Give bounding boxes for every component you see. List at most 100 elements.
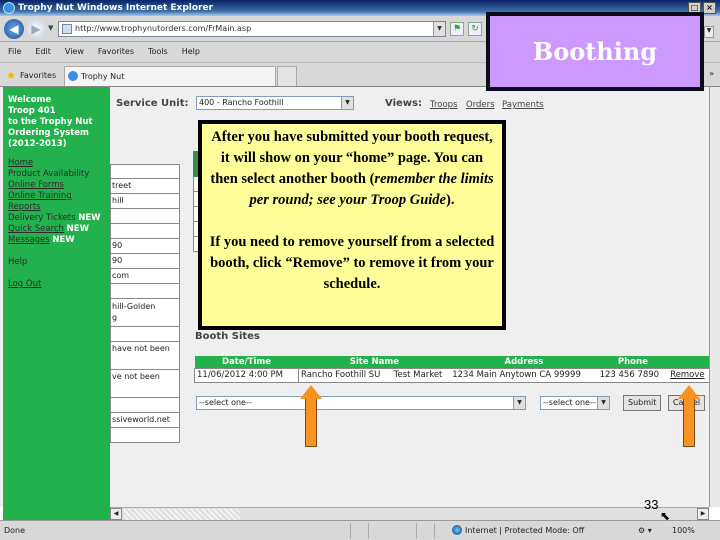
ie-logo-icon — [3, 2, 15, 14]
callout-paragraph-2: If you need to remove yourself from a se… — [209, 234, 495, 292]
menu-view[interactable]: View — [65, 47, 84, 62]
submit-button[interactable]: Submit — [623, 395, 662, 411]
table-cell: treet — [110, 179, 180, 194]
status-divider — [350, 523, 351, 539]
search-dropdown-icon[interactable]: ▼ — [704, 26, 714, 38]
instruction-callout: After you have submitted your booth requ… — [198, 120, 506, 330]
url-dropdown-icon[interactable]: ▼ — [433, 22, 445, 36]
views-link-troops[interactable]: Troops — [430, 100, 457, 110]
table-cell — [110, 398, 180, 413]
vertical-scrollbar[interactable] — [709, 87, 720, 507]
window-title: Trophy Nut Windows Internet Explorer — [18, 3, 214, 13]
security-zone[interactable]: Internet | Protected Mode: Off — [465, 526, 584, 535]
welcome-message: Welcome Troop 401 to the Trophy Nut Orde… — [8, 95, 106, 150]
table-cell: hill — [110, 194, 180, 209]
menu-help[interactable]: Help — [182, 47, 200, 62]
table-row: 11/06/2012 4:00 PM Rancho Foothill SU Te… — [194, 367, 709, 383]
booth-sites-title: Booth Sites — [195, 331, 260, 342]
views-link-orders[interactable]: Orders — [466, 100, 495, 110]
table-cell — [110, 327, 180, 342]
table-cell — [110, 428, 180, 443]
status-bar: Done Internet | Protected Mode: Off ⚙ ▾ … — [0, 520, 720, 540]
status-divider — [368, 523, 369, 539]
slide-number: 33 — [644, 497, 659, 512]
booth-phone: 123 456 7890 — [597, 367, 669, 383]
sidebar-item-product-availability[interactable]: Product Availability — [8, 169, 89, 179]
close-icon[interactable]: × — [703, 2, 716, 14]
booth-sites-table: Date/Time Site Name Address Phone 11/06/… — [194, 356, 709, 383]
url-text: http://www.trophynutorders.com/FrMain.as… — [75, 24, 252, 33]
menu-edit[interactable]: Edit — [35, 47, 51, 62]
booth-address: 1234 Main Anytown CA 99999 — [450, 367, 598, 383]
table-cell: 90 — [110, 239, 180, 254]
sidebar-bottom — [3, 507, 110, 520]
chevron-down-icon[interactable]: ▼ — [597, 397, 609, 409]
welcome-line: Ordering System — [8, 128, 89, 138]
new-tab-button[interactable] — [277, 66, 297, 86]
menu-tools[interactable]: Tools — [148, 47, 168, 62]
more-chevron-icon[interactable]: » — [709, 69, 714, 78]
arrow-up-icon — [300, 385, 322, 447]
tab-title: Trophy Nut — [81, 72, 125, 81]
sidebar-item-online-forms[interactable]: Online Forms — [8, 180, 64, 190]
scroll-right-icon[interactable]: ▶ — [697, 508, 709, 520]
service-unit-select[interactable]: 400 - Rancho Foothill ▼ — [196, 96, 354, 110]
tab-trophy-nut[interactable]: Trophy Nut — [64, 66, 276, 86]
refresh-icon[interactable]: ↻ — [468, 22, 482, 36]
sidebar-item-quick-search[interactable]: Quick Search — [8, 224, 64, 234]
new-badge: NEW — [78, 213, 101, 223]
chevron-down-icon[interactable]: ▼ — [341, 97, 353, 109]
back-button[interactable]: ◀ — [4, 19, 24, 39]
mouse-cursor-icon: ⬉ — [660, 509, 671, 523]
new-badge: NEW — [66, 224, 89, 234]
compatibility-view-icon[interactable]: ⚑ — [450, 22, 464, 36]
booth-site-select[interactable]: --select one-- ▼ — [196, 396, 526, 410]
sidebar: Welcome Troop 401 to the Trophy Nut Orde… — [3, 87, 110, 507]
new-badge: NEW — [52, 235, 75, 245]
column-header: Date/Time — [194, 356, 299, 368]
scroll-track[interactable] — [124, 509, 240, 520]
horizontal-scrollbar[interactable]: ◀ ▶ — [110, 507, 709, 520]
column-header: Phone — [597, 356, 669, 368]
favorites-star-icon[interactable]: ★ — [6, 69, 16, 82]
table-cell — [110, 284, 180, 299]
sidebar-item-delivery-tickets[interactable]: Delivery Tickets — [8, 213, 76, 223]
sidebar-nav: Home Product Availability Online Forms O… — [8, 158, 106, 290]
callout-text: ). — [445, 192, 455, 208]
arrow-up-icon — [678, 385, 700, 447]
sidebar-item-messages[interactable]: Messages — [8, 235, 50, 245]
views-link-payments[interactable]: Payments — [502, 100, 544, 110]
table-cell: 90 — [110, 254, 180, 269]
sidebar-item-log-out[interactable]: Log Out — [8, 279, 41, 289]
sidebar-item-reports[interactable]: Reports — [8, 202, 41, 212]
views-label: Views: — [385, 98, 422, 109]
tab-ie-icon — [68, 71, 78, 81]
favorites-button[interactable]: Favorites — [20, 71, 56, 80]
welcome-line: (2012-2013) — [8, 139, 67, 149]
welcome-line: to the Trophy Nut — [8, 117, 93, 127]
booth-time-select[interactable]: --select one-- ▼ — [540, 396, 610, 410]
menu-file[interactable]: File — [8, 47, 21, 62]
sidebar-item-help[interactable]: Help — [8, 257, 27, 267]
column-header — [668, 356, 709, 368]
zoom-level[interactable]: 100% — [672, 526, 695, 535]
table-cell: com — [110, 269, 180, 284]
address-input[interactable]: http://www.trophynutorders.com/FrMain.as… — [58, 21, 446, 37]
table-cell: ve not been — [110, 370, 180, 398]
sidebar-item-online-training[interactable]: Online Training — [8, 191, 72, 201]
table-cell: hill-Golden g — [110, 299, 180, 327]
menu-favorites[interactable]: Favorites — [98, 47, 134, 62]
welcome-line: Welcome — [8, 95, 52, 105]
service-unit-label: Service Unit: — [116, 98, 189, 109]
chevron-down-icon[interactable]: ▼ — [513, 397, 525, 409]
status-tools-icon[interactable]: ⚙ ▾ — [638, 526, 652, 535]
table-cell — [110, 164, 180, 179]
remove-link[interactable]: Remove — [668, 367, 709, 383]
sidebar-item-home[interactable]: Home — [8, 158, 33, 168]
scroll-left-icon[interactable]: ◀ — [110, 508, 122, 520]
status-text: Done — [4, 526, 26, 535]
table-cell: have not been — [110, 342, 180, 370]
history-dropdown-icon[interactable]: ▼ — [48, 24, 53, 32]
forward-button[interactable]: ▶ — [26, 19, 46, 39]
table-cell: ssiveworld.net — [110, 413, 180, 428]
